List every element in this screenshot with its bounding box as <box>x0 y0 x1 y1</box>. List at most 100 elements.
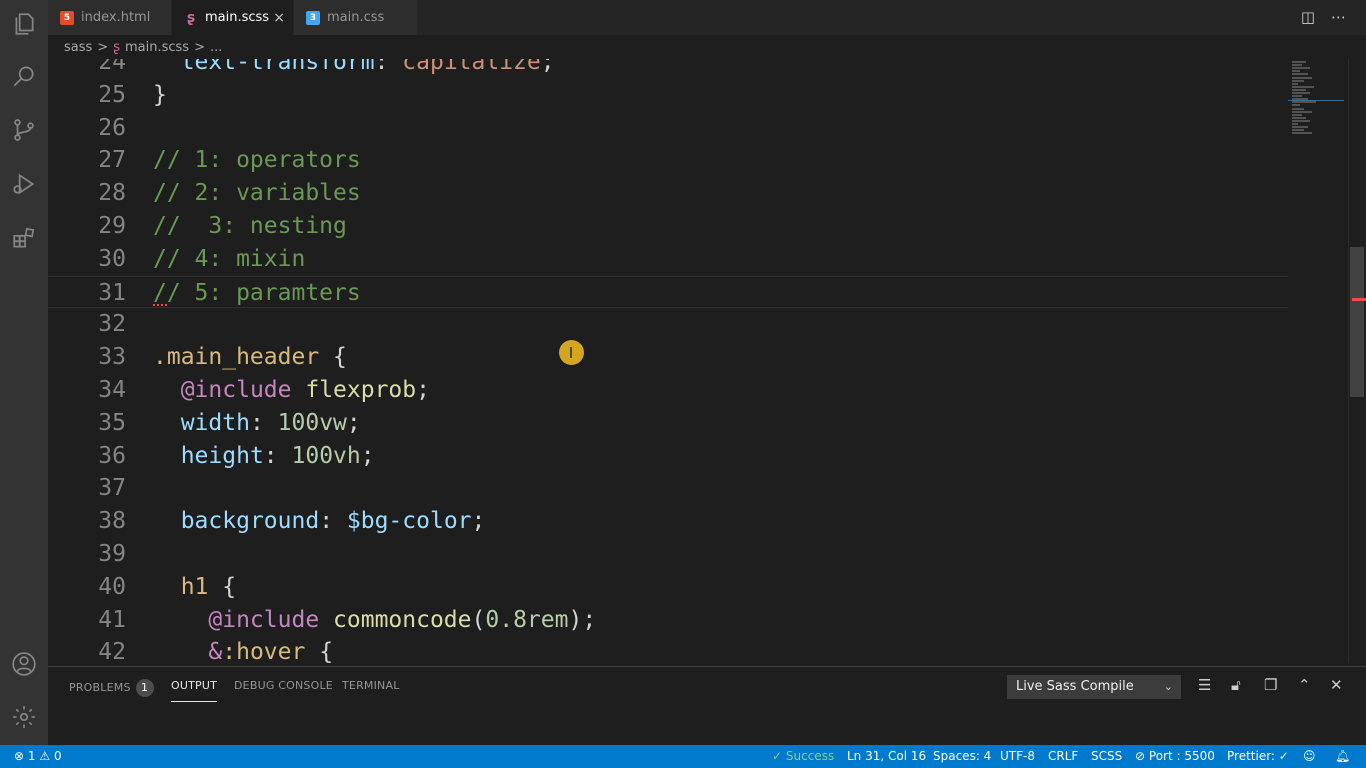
minimap-line <box>1292 88 1306 91</box>
tab-problems-label: PROBLEMS <box>69 681 131 694</box>
code-text: // 2: variables <box>153 180 361 207</box>
line-number: 28 <box>98 180 126 207</box>
output-channel-select[interactable]: Live Sass Compile ⌄ <box>1007 675 1181 699</box>
tab-main-scss[interactable]: ʂ main.scss × <box>172 0 294 35</box>
code-line[interactable]: 37 <box>48 472 1288 505</box>
sass-icon: ʂ <box>186 9 196 26</box>
indentation[interactable]: Spaces: 4 <box>933 749 991 763</box>
minimap-line <box>1292 110 1312 113</box>
code-line[interactable]: 31 // 5: paramters <box>48 275 1288 309</box>
more-actions-icon[interactable]: ⋯ <box>1331 8 1346 26</box>
language-mode[interactable]: SCSS <box>1091 749 1122 763</box>
code-text: background: $bg-color; <box>180 508 486 535</box>
minimap[interactable] <box>1288 59 1348 663</box>
maximize-panel-icon[interactable]: ❐ <box>1264 676 1277 694</box>
tab-debug-console[interactable]: DEBUG CONSOLE <box>234 679 333 692</box>
code-line[interactable]: 30 // 4: mixin <box>48 243 1288 276</box>
code-text: @include flexprob; <box>180 377 430 403</box>
mouse-cursor-highlight <box>559 340 584 365</box>
search-icon[interactable] <box>10 62 38 90</box>
tab-output[interactable]: OUTPUT <box>171 679 218 702</box>
line-ending[interactable]: CRLF <box>1048 749 1078 763</box>
lock-scroll-icon[interactable]: 🔓︎ <box>1231 676 1241 694</box>
code-line[interactable]: 29 // 3: nesting <box>48 210 1288 243</box>
minimap-line <box>1292 119 1310 122</box>
tab-actions: ◫ ⋯ <box>1301 8 1346 26</box>
line-number: 42 <box>98 639 126 663</box>
minimap-line <box>1292 61 1306 63</box>
minimap-line <box>1292 126 1308 129</box>
code-text: // 1: operators <box>153 147 361 174</box>
status-bar: ⊗ 1 ⚠ 0 ✓ Success Ln 31, Col 16 Spaces: … <box>0 745 1366 768</box>
error-marker <box>1352 298 1366 301</box>
code-line[interactable]: 26 <box>48 112 1288 145</box>
code-line[interactable]: 33 .main_header { <box>48 341 1288 374</box>
warning-count: 0 <box>53 749 62 763</box>
code-line[interactable]: 25} <box>48 79 1288 112</box>
line-number: 36 <box>98 442 126 469</box>
tab-terminal[interactable]: TERMINAL <box>342 679 400 692</box>
prettier-status[interactable]: Prettier: ✓ <box>1227 749 1289 763</box>
cursor-position[interactable]: Ln 31, Col 16 <box>847 749 926 763</box>
feedback-icon[interactable]: ☺ <box>1303 749 1316 763</box>
code-line[interactable]: 28 // 2: variables <box>48 177 1288 210</box>
code-text: width: 100vw; <box>180 409 361 436</box>
code-text: // 5: paramters <box>153 279 361 306</box>
line-number: 26 <box>98 114 126 141</box>
problems-status[interactable]: ⊗ 1 ⚠ 0 <box>14 749 62 763</box>
minimap-line <box>1292 123 1298 125</box>
code-editor[interactable]: 24 text-transform: capitalize; 25} 26 27// … <box>48 59 1348 663</box>
error-icon: ⊗ <box>14 749 25 763</box>
tab-main-css[interactable]: 3 main.css <box>294 0 418 35</box>
minimap-line <box>1292 73 1308 76</box>
close-icon[interactable]: × <box>273 10 285 26</box>
live-server-port[interactable]: ⊘ Port : 5500 <box>1135 749 1215 763</box>
code-text: height: 100vh; <box>180 442 375 469</box>
split-editor-icon[interactable]: ◫ <box>1301 8 1315 26</box>
sass-compile-status[interactable]: ✓ Success <box>772 749 834 763</box>
notifications-bell-icon[interactable]: 🔔︎ <box>1335 749 1350 763</box>
code-line[interactable]: 41 @include commoncode(0.8rem); <box>48 604 1288 637</box>
line-number: 35 <box>98 409 126 436</box>
tab-problems[interactable]: PROBLEMS 1 <box>69 679 154 697</box>
minimap-line <box>1292 132 1312 135</box>
line-number: 34 <box>98 377 126 403</box>
code-line[interactable]: 42 &:hover { <box>48 636 1288 663</box>
run-debug-icon[interactable] <box>10 170 38 198</box>
code-text: .main_header { <box>153 344 347 371</box>
code-line[interactable]: 38 background: $bg-color; <box>48 505 1288 538</box>
code-line[interactable]: 40 h1 { <box>48 571 1288 604</box>
line-number: 39 <box>98 541 126 567</box>
bottom-panel: PROBLEMS 1 OUTPUT DEBUG CONSOLE TERMINAL … <box>48 666 1366 745</box>
code-line[interactable]: 39 <box>48 538 1288 571</box>
breadcrumb-symbol[interactable]: ... <box>210 40 222 55</box>
clear-output-icon[interactable]: ☰ <box>1198 676 1211 694</box>
explorer-icon[interactable] <box>10 10 38 38</box>
code-text: &:hover { <box>208 639 334 663</box>
breadcrumb: sass > ʂ main.scss > ... <box>48 35 1366 59</box>
tab-index-html[interactable]: 5 index.html <box>48 0 172 35</box>
problems-count-badge: 1 <box>135 679 154 697</box>
source-control-icon[interactable] <box>10 116 38 144</box>
minimap-line <box>1292 107 1304 110</box>
code-line[interactable]: 34 @include flexprob; <box>48 374 1288 407</box>
extensions-icon[interactable] <box>10 224 38 252</box>
code-line[interactable]: 35 width: 100vw; <box>48 407 1288 440</box>
chevron-up-icon[interactable]: ⌃ <box>1298 676 1311 694</box>
close-panel-icon[interactable]: ✕ <box>1330 676 1343 694</box>
settings-gear-icon[interactable] <box>10 703 38 731</box>
account-icon[interactable] <box>10 650 38 678</box>
minimap-line <box>1292 129 1304 132</box>
encoding[interactable]: UTF-8 <box>1000 749 1035 763</box>
code-line[interactable]: 36 height: 100vh; <box>48 440 1288 473</box>
breadcrumb-folder[interactable]: sass <box>64 40 92 55</box>
code-line[interactable]: 24 text-transform: capitalize; <box>48 59 1288 79</box>
port-label: Port : 5500 <box>1148 749 1215 763</box>
code-line[interactable]: 27 // 1: operators <box>48 144 1288 177</box>
line-number: 37 <box>98 475 126 502</box>
breadcrumb-file[interactable]: main.scss <box>125 40 189 55</box>
code-line[interactable]: 32 <box>48 308 1288 341</box>
minimap-line <box>1292 64 1302 67</box>
minimap-line <box>1292 70 1300 73</box>
vertical-scrollbar-thumb[interactable] <box>1350 247 1364 397</box>
